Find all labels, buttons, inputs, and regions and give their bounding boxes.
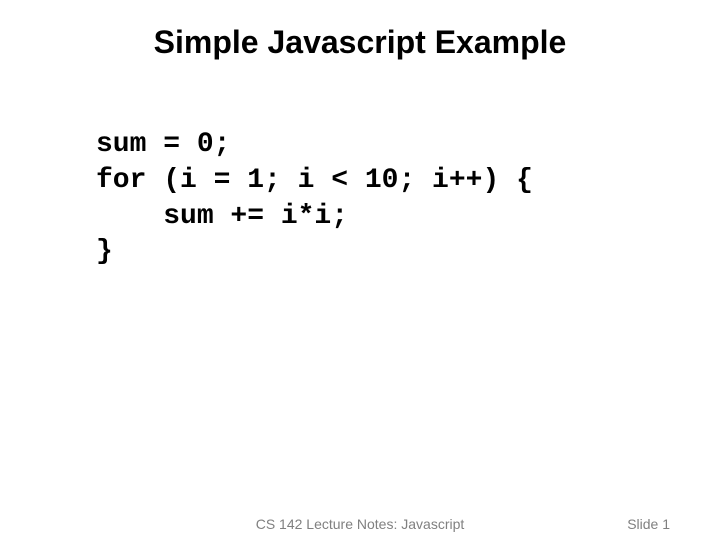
slide-title: Simple Javascript Example bbox=[0, 0, 720, 61]
footer-lecture-label: CS 142 Lecture Notes: Javascript bbox=[0, 516, 720, 532]
code-example: sum = 0; for (i = 1; i < 10; i++) { sum … bbox=[96, 127, 720, 270]
footer-slide-number: Slide 1 bbox=[627, 516, 670, 532]
